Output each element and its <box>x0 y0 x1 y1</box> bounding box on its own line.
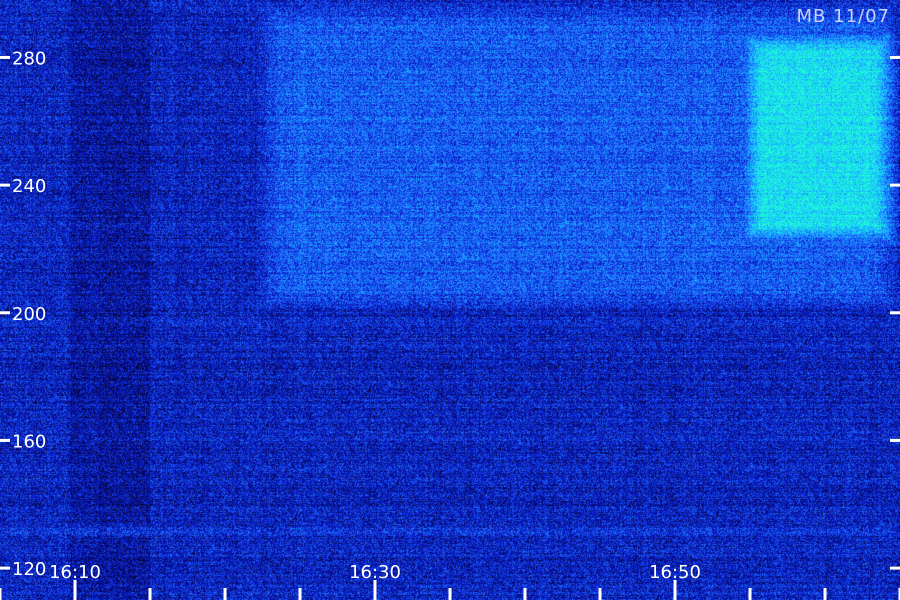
y-tick-label: 120 <box>12 559 46 580</box>
y-tick-label: 240 <box>12 176 46 197</box>
spectrogram-chart: 120 160 200 240 280 16:10 16:30 16:50 MB 11/07 <box>0 0 900 600</box>
station-label: MB 11/07 <box>796 6 890 27</box>
x-tick-label: 16:50 <box>649 562 701 583</box>
x-tick-label: 16:10 <box>49 562 101 583</box>
x-axis: 16:10 16:30 16:50 <box>0 562 900 600</box>
y-axis: 120 160 200 240 280 <box>0 48 900 580</box>
y-tick-label: 200 <box>12 304 46 325</box>
chart-overlay: 120 160 200 240 280 16:10 16:30 16:50 <box>0 48 900 600</box>
y-tick-label: 160 <box>12 431 46 452</box>
y-tick-label: 280 <box>12 48 46 69</box>
x-tick-label: 16:30 <box>349 562 401 583</box>
